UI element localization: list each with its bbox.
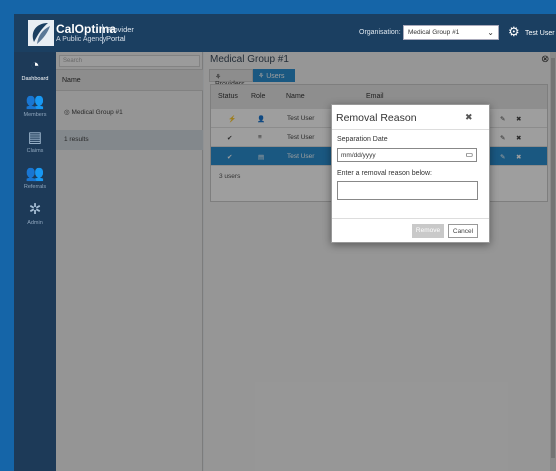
sidebar-item-label: Admin [27, 220, 43, 226]
user-menu[interactable]: Test User ▾ [525, 29, 556, 37]
sidebar-item-referrals[interactable]: 👥 Referrals [14, 166, 56, 200]
dialog-footer-divider [332, 218, 489, 219]
caloptima-logo [28, 20, 54, 46]
dialog-title: Removal Reason [336, 112, 417, 124]
referrals-icon: 👥 [25, 165, 45, 182]
sidebar-item-dashboard[interactable]: ◔ Dashboard [14, 58, 56, 92]
removal-reason-textarea[interactable] [337, 181, 478, 200]
separation-date-label: Separation Date [337, 136, 388, 143]
organisation-select[interactable]: Medical Group #1 ⌄ [403, 25, 499, 40]
sidebar-item-claims[interactable]: ▤ Claims [14, 130, 56, 164]
cancel-button[interactable]: Cancel [448, 224, 478, 238]
organisation-label: Organisation: [359, 29, 401, 36]
chevron-down-icon: ⌄ [487, 28, 494, 37]
sidebar-item-members[interactable]: 👥 Members [14, 94, 56, 128]
gauge-icon: ◔ [30, 57, 40, 74]
sidebar-item-label: Members [23, 112, 47, 118]
sidebar: ◔ Dashboard 👥 Members ▤ Claims 👥 Referra… [14, 52, 56, 471]
dialog-divider [332, 129, 489, 130]
sidebar-item-label: Claims [26, 148, 44, 154]
date-placeholder: mm/dd/yyyy [341, 152, 376, 159]
brand-divider [102, 24, 103, 44]
top-bar: CalOptima A Public Agency Provider Porta… [14, 14, 556, 52]
members-icon: 👥 [25, 93, 45, 110]
removal-reason-label: Enter a removal reason below: [337, 170, 432, 177]
organisation-value: Medical Group #1 [408, 29, 460, 36]
brand-tagline: A Public Agency [56, 36, 107, 43]
portal-name: Provider Portal [106, 25, 134, 43]
close-icon[interactable]: ✖ [465, 112, 473, 123]
calendar-icon[interactable]: ▭ [465, 150, 473, 159]
separation-date-input[interactable]: mm/dd/yyyy ▭ [337, 148, 477, 162]
cogs-icon: ✲ [28, 201, 42, 218]
removal-reason-dialog: Removal Reason ✖ Separation Date mm/dd/y… [331, 104, 490, 243]
sidebar-item-label: Referrals [23, 184, 47, 190]
sidebar-item-label: Dashboard [21, 76, 49, 82]
gear-icon[interactable]: ⚙ [508, 24, 520, 40]
sidebar-item-admin[interactable]: ✲ Admin [14, 202, 56, 236]
claims-icon: ▤ [27, 129, 43, 146]
remove-button[interactable]: Remove [412, 224, 444, 238]
